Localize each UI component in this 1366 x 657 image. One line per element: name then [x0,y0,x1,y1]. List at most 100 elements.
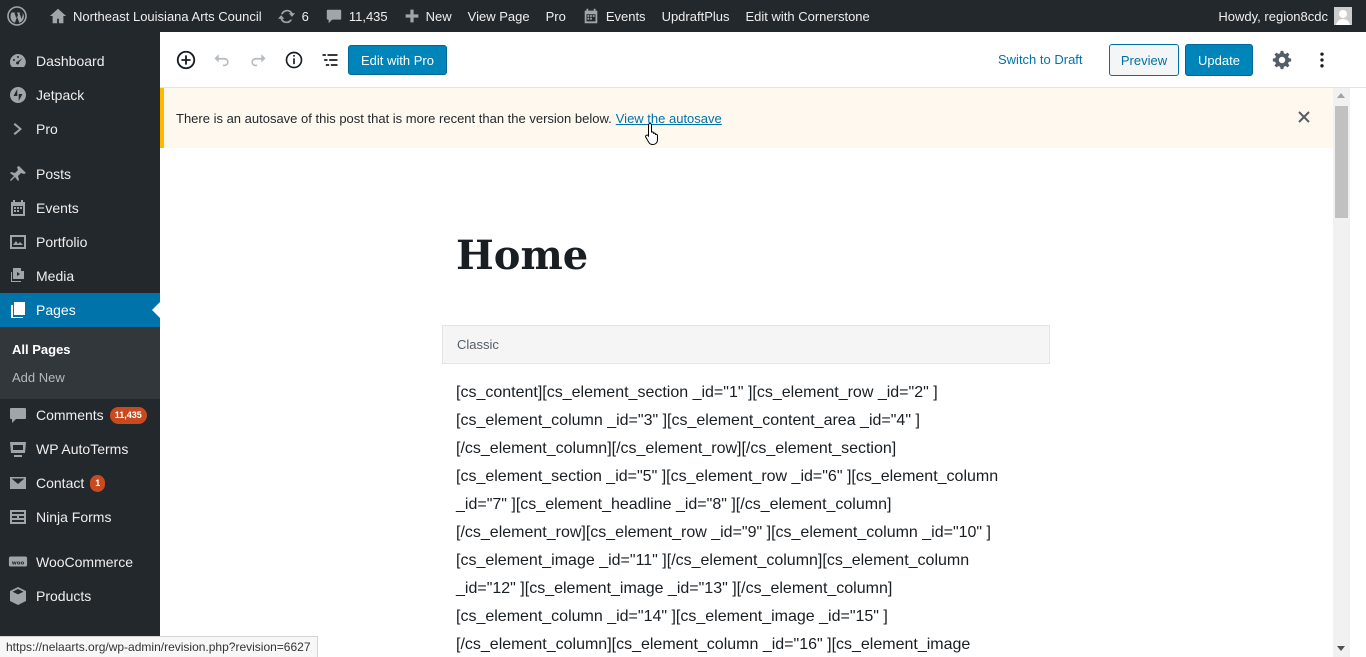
more-menu-icon[interactable] [1310,48,1334,72]
undo-icon[interactable] [210,48,234,72]
content-line: _id="7" ][cs_element_headline _id="8" ][… [456,496,892,513]
new-content-menu[interactable]: New [396,0,460,32]
sidebar-item-media[interactable]: Media [0,259,160,293]
woocommerce-icon: woo [8,552,28,572]
updraftplus-menu[interactable]: UpdraftPlus [654,0,738,32]
edit-with-cornerstone-link[interactable]: Edit with Cornerstone [737,0,877,32]
my-account-menu[interactable]: Howdy, region8cdc [1218,7,1366,25]
sidebar-item-label: Contact [36,475,85,491]
submenu-add-new[interactable]: Add New [12,370,65,385]
post-title[interactable]: Home [456,232,588,279]
comments-badge: 11,435 [109,406,147,424]
content-line: [cs_content][cs_element_section _id="1" … [456,384,938,401]
cornerstone-label: Edit with Cornerstone [745,8,870,24]
scroll-down-arrow-icon[interactable] [1337,646,1345,651]
wordpress-icon [7,6,27,26]
pages-icon [8,300,28,320]
updates-menu[interactable]: 6 [270,0,317,32]
sidebar-item-label: Ninja Forms [36,509,112,525]
redo-icon[interactable] [246,48,270,72]
content-line: [/cs_element_column][/cs_element_row][/c… [456,440,897,457]
sidebar-item-comments[interactable]: Comments 11,435 [0,398,160,432]
sidebar-item-pro[interactable]: Pro [0,112,160,146]
autoterms-icon [8,439,28,459]
events-label: Events [605,8,646,24]
scrollbar-thumb[interactable] [1335,106,1348,218]
sidebar-item-pages[interactable]: Pages [0,293,160,327]
sidebar-item-ninja-forms[interactable]: Ninja Forms [0,500,160,534]
status-url: https://nelaarts.org/wp-admin/revision.p… [6,640,311,654]
sidebar-item-label: Products [36,588,92,604]
sidebar-item-label: Pages [36,302,76,318]
sidebar-item-posts[interactable]: Posts [0,157,160,191]
updraftplus-label: UpdraftPlus [661,8,730,24]
sidebar-item-label: Pro [36,121,58,137]
sidebar-item-events[interactable]: Events [0,191,160,225]
preview-button[interactable]: Preview [1109,44,1179,76]
comments-menu[interactable]: 11,435 [317,0,396,32]
sidebar-item-label: WooCommerce [36,554,133,570]
admin-sidebar: Dashboard Jetpack Pro Posts Events Portf… [0,32,160,657]
sidebar-item-label: Comments [36,407,104,423]
close-icon[interactable] [1297,110,1313,126]
scroll-up-arrow-icon[interactable] [1337,93,1345,98]
plus-icon [405,9,419,23]
hand-pointer-cursor-icon [644,122,662,146]
calendar-icon [8,198,28,218]
sidebar-item-portfolio[interactable]: Portfolio [0,225,160,259]
sidebar-item-label: Jetpack [36,87,85,103]
pages-submenu: All Pages Add New [0,327,160,399]
wordpress-logo-menu[interactable] [0,0,41,32]
sidebar-item-label: Dashboard [36,53,105,69]
box-icon [8,586,28,606]
events-menu[interactable]: Events [574,0,654,32]
sidebar-item-label: Events [36,200,79,216]
pro-menu[interactable]: Pro [538,0,574,32]
switch-to-draft-button[interactable]: Switch to Draft [998,52,1083,67]
comments-count: 11,435 [348,8,388,24]
sidebar-item-products[interactable]: Products [0,579,160,613]
update-button[interactable]: Update [1185,44,1253,76]
view-page-link[interactable]: View Page [460,0,538,32]
mail-icon [8,473,28,493]
sidebar-item-jetpack[interactable]: Jetpack [0,78,160,112]
chevron-right-icon [8,119,28,139]
sidebar-item-label: Portfolio [36,234,88,250]
jetpack-icon [8,85,28,105]
dashboard-icon [8,51,28,71]
classic-block-toolbar[interactable]: Classic [442,325,1050,364]
contact-badge: 1 [90,474,106,492]
site-name-menu[interactable]: Northeast Louisiana Arts Council [41,0,270,32]
submenu-all-pages[interactable]: All Pages [12,342,71,357]
comment-icon [8,405,28,425]
forms-icon [8,507,28,527]
info-icon[interactable] [282,48,306,72]
view-page-label: View Page [467,8,530,24]
classic-block-content[interactable]: [cs_content][cs_element_section _id="1" … [456,379,1036,657]
content-line: [cs_element_column _id="14" ][cs_element… [456,608,888,625]
site-name: Northeast Louisiana Arts Council [73,8,262,24]
avatar [1334,7,1352,25]
view-autosave-link[interactable]: View the autosave [616,111,722,126]
sidebar-item-dashboard[interactable]: Dashboard [0,44,160,78]
content-line: [cs_element_image _id="11" ][/cs_element… [456,552,970,569]
sidebar-item-label: Posts [36,166,72,182]
sidebar-item-wp-autoterms[interactable]: WP AutoTerms [0,432,160,466]
browser-status-bar: https://nelaarts.org/wp-admin/revision.p… [0,636,318,657]
block-navigation-icon[interactable] [318,48,342,72]
add-block-icon[interactable] [174,48,198,72]
sidebar-item-woocommerce[interactable]: woo WooCommerce [0,545,160,579]
home-icon [49,8,67,24]
sidebar-item-contact[interactable]: Contact 1 [0,466,160,500]
media-icon [8,266,28,286]
settings-gear-icon[interactable] [1270,48,1294,72]
content-line: [/cs_element_row][cs_element_row _id="9"… [456,524,991,541]
updates-count: 6 [301,8,309,24]
svg-text:woo: woo [12,560,25,566]
content-line: [cs_element_column _id="3" ][cs_element_… [456,412,920,429]
editor-scrollbar[interactable] [1333,88,1350,657]
editor-header-toolbar: Edit with Pro Switch to Draft Preview Up… [160,32,1366,88]
edit-with-pro-button[interactable]: Edit with Pro [348,45,447,75]
content-line: _id="12" ][cs_element_image _id="13" ][/… [456,580,893,597]
classic-label: Classic [457,337,499,352]
